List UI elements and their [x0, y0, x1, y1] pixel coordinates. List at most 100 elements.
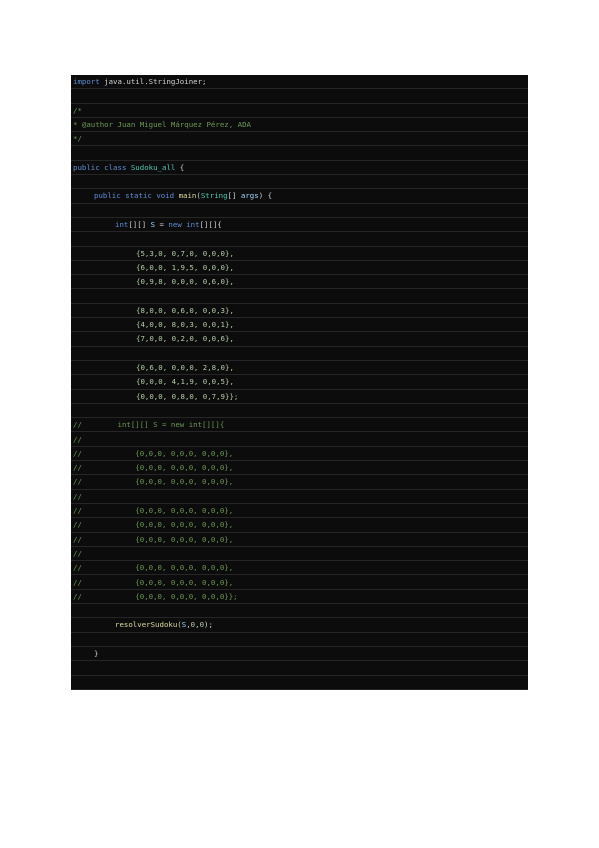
- code-line: //: [71, 433, 528, 447]
- code-line-text: // {0,0,0, 0,0,0, 0,0,0},: [73, 447, 233, 460]
- code-token: {8,0,0, 0,6,0, 0,0,3},: [136, 305, 234, 315]
- code-line: {0,0,0, 0,8,0, 0,7,9}};: [71, 390, 528, 404]
- code-line: [71, 676, 528, 690]
- code-token: */: [73, 134, 82, 144]
- code-token: =: [155, 220, 169, 229]
- code-token: class: [104, 162, 127, 172]
- code-line: //: [71, 547, 528, 562]
- code-line-text: // int[][] S = new int[][]{: [73, 418, 224, 431]
- code-line-text: // {0,0,0, 0,0,0, 0,0,0},: [73, 504, 233, 517]
- code-line: {8,0,0, 0,6,0, 0,0,3},: [71, 304, 528, 319]
- code-line: int[][] S = new int[][]{: [71, 218, 528, 233]
- code-token: void: [156, 191, 175, 201]
- code-token: {: [175, 162, 185, 172]
- code-token: {7,0,0, 0,2,0, 0,0,6},: [136, 334, 234, 344]
- code-line-text: // {0,0,0, 0,0,0, 0,0,0}};: [73, 590, 238, 603]
- code-line: {4,0,0, 8,0,3, 0,0,1},: [71, 318, 528, 333]
- code-token: // {0,0,0, 0,0,0, 0,0,0},: [73, 563, 234, 573]
- code-line: // {0,0,0, 0,0,0, 0,0,0},: [71, 475, 528, 490]
- code-token: {0,0,0, 0,8,0, 0,7,9}};: [136, 391, 239, 401]
- code-line: {7,0,0, 0,2,0, 0,0,6},: [71, 332, 528, 347]
- code-token: // {0,0,0, 0,0,0, 0,0,0},: [73, 477, 234, 487]
- code-token: ) {: [258, 191, 273, 201]
- code-token: //: [73, 491, 82, 501]
- code-token: {0,0,0, 4,1,9, 0,0,5},: [136, 377, 234, 387]
- code-line: * @author Juan Miguel Márquez Pérez, ADA: [71, 118, 528, 133]
- code-line: public static void main(String[] args) {: [71, 189, 528, 204]
- code-line-text: */: [73, 132, 82, 145]
- code-token: {6,0,0, 1,9,5, 0,0,0},: [136, 262, 234, 272]
- code-line: {0,9,8, 0,0,0, 0,6,0},: [71, 275, 528, 290]
- code-line: // {0,0,0, 0,0,0, 0,0,0},: [71, 576, 528, 590]
- code-token: import: [73, 77, 100, 86]
- code-token: resolverSudoku: [115, 620, 178, 630]
- code-line-text: {0,6,0, 0,0,0, 2,8,0},: [136, 361, 234, 374]
- code-line-text: public class Sudoku_all {: [73, 161, 184, 174]
- code-line-text: {6,0,0, 1,9,5, 0,0,0},: [136, 261, 234, 274]
- code-token: // {0,0,0, 0,0,0, 0,0,0},: [73, 448, 234, 458]
- code-token: java.util.StringJoiner;: [104, 77, 207, 86]
- code-line: // int[][] S = new int[][]{: [71, 418, 528, 433]
- code-line: import java.util.StringJoiner;: [71, 75, 528, 90]
- code-token: []: [227, 191, 241, 201]
- code-token: main: [178, 191, 197, 201]
- code-token: // int[][] S = new int[][]{: [73, 420, 225, 430]
- code-token: // {0,0,0, 0,0,0, 0,0,0},: [73, 534, 234, 544]
- code-line: [71, 404, 528, 419]
- code-line: public class Sudoku_all {: [71, 161, 528, 176]
- code-line-text: // {0,0,0, 0,0,0, 0,0,0},: [73, 561, 233, 574]
- code-line: // {0,0,0, 0,0,0, 0,0,0},: [71, 447, 528, 462]
- code-token: // {0,0,0, 0,0,0, 0,0,0},: [73, 506, 234, 515]
- code-token: String: [200, 191, 228, 201]
- code-token: [][]{: [199, 220, 222, 229]
- code-line-text: public static void main(String[] args) {: [94, 189, 272, 202]
- code-line: // {0,0,0, 0,0,0, 0,0,0}};: [71, 590, 528, 605]
- code-line-text: {8,0,0, 0,6,0, 0,0,3},: [136, 304, 234, 317]
- code-token: // {0,0,0, 0,0,0, 0,0,0},: [73, 520, 234, 530]
- code-line-text: // {0,0,0, 0,0,0, 0,0,0},: [73, 518, 233, 531]
- code-line-text: /*: [73, 104, 82, 117]
- code-line-text: {0,0,0, 4,1,9, 0,0,5},: [136, 375, 234, 388]
- code-token: }: [94, 649, 99, 658]
- code-token: //: [73, 548, 82, 558]
- code-line: //: [71, 490, 528, 504]
- code-token: public: [94, 191, 121, 201]
- code-line: [71, 347, 528, 361]
- code-line: [71, 661, 528, 676]
- code-line: [71, 147, 528, 161]
- code-line: {0,0,0, 4,1,9, 0,0,5},: [71, 375, 528, 390]
- code-line: [71, 204, 528, 218]
- code-line-text: // {0,0,0, 0,0,0, 0,0,0},: [73, 576, 233, 589]
- code-line-text: {5,3,0, 0,7,0, 0,0,0},: [136, 247, 234, 260]
- code-token: Sudoku_all: [130, 162, 176, 172]
- code-line-text: // {0,0,0, 0,0,0, 0,0,0},: [73, 475, 233, 488]
- code-line: // {0,0,0, 0,0,0, 0,0,0},: [71, 533, 528, 547]
- code-line: // {0,0,0, 0,0,0, 0,0,0},: [71, 504, 528, 519]
- code-line: // {0,0,0, 0,0,0, 0,0,0},: [71, 518, 528, 533]
- code-token: // {0,0,0, 0,0,0, 0,0,0}};: [73, 591, 238, 601]
- code-token: int: [186, 220, 200, 229]
- code-line-text: resolverSudoku(S,0,0);: [115, 618, 213, 631]
- code-token: int: [115, 220, 129, 229]
- code-line: }: [71, 647, 528, 662]
- code-line: [71, 232, 528, 247]
- code-token: [][]: [128, 220, 151, 229]
- code-line-text: //: [73, 490, 82, 503]
- code-line: // {0,0,0, 0,0,0, 0,0,0},: [71, 461, 528, 476]
- code-token: new: [168, 220, 182, 229]
- code-line-text: {0,9,8, 0,0,0, 0,6,0},: [136, 275, 234, 288]
- code-line: [71, 175, 528, 190]
- code-line-text: // {0,0,0, 0,0,0, 0,0,0},: [73, 533, 233, 546]
- code-token: args: [240, 191, 259, 201]
- code-line: {0,6,0, 0,0,0, 2,8,0},: [71, 361, 528, 376]
- code-token: public: [73, 162, 100, 172]
- code-line: [71, 604, 528, 619]
- code-line-text: }: [94, 647, 98, 660]
- code-line-text: //: [73, 433, 82, 446]
- code-token: // {0,0,0, 0,0,0, 0,0,0},: [73, 577, 234, 587]
- code-token: //: [73, 434, 82, 444]
- code-line-text: import java.util.StringJoiner;: [73, 75, 207, 88]
- code-line: {5,3,0, 0,7,0, 0,0,0},: [71, 247, 528, 261]
- code-token: {5,3,0, 0,7,0, 0,0,0},: [136, 248, 234, 258]
- code-line-text: //: [73, 547, 82, 560]
